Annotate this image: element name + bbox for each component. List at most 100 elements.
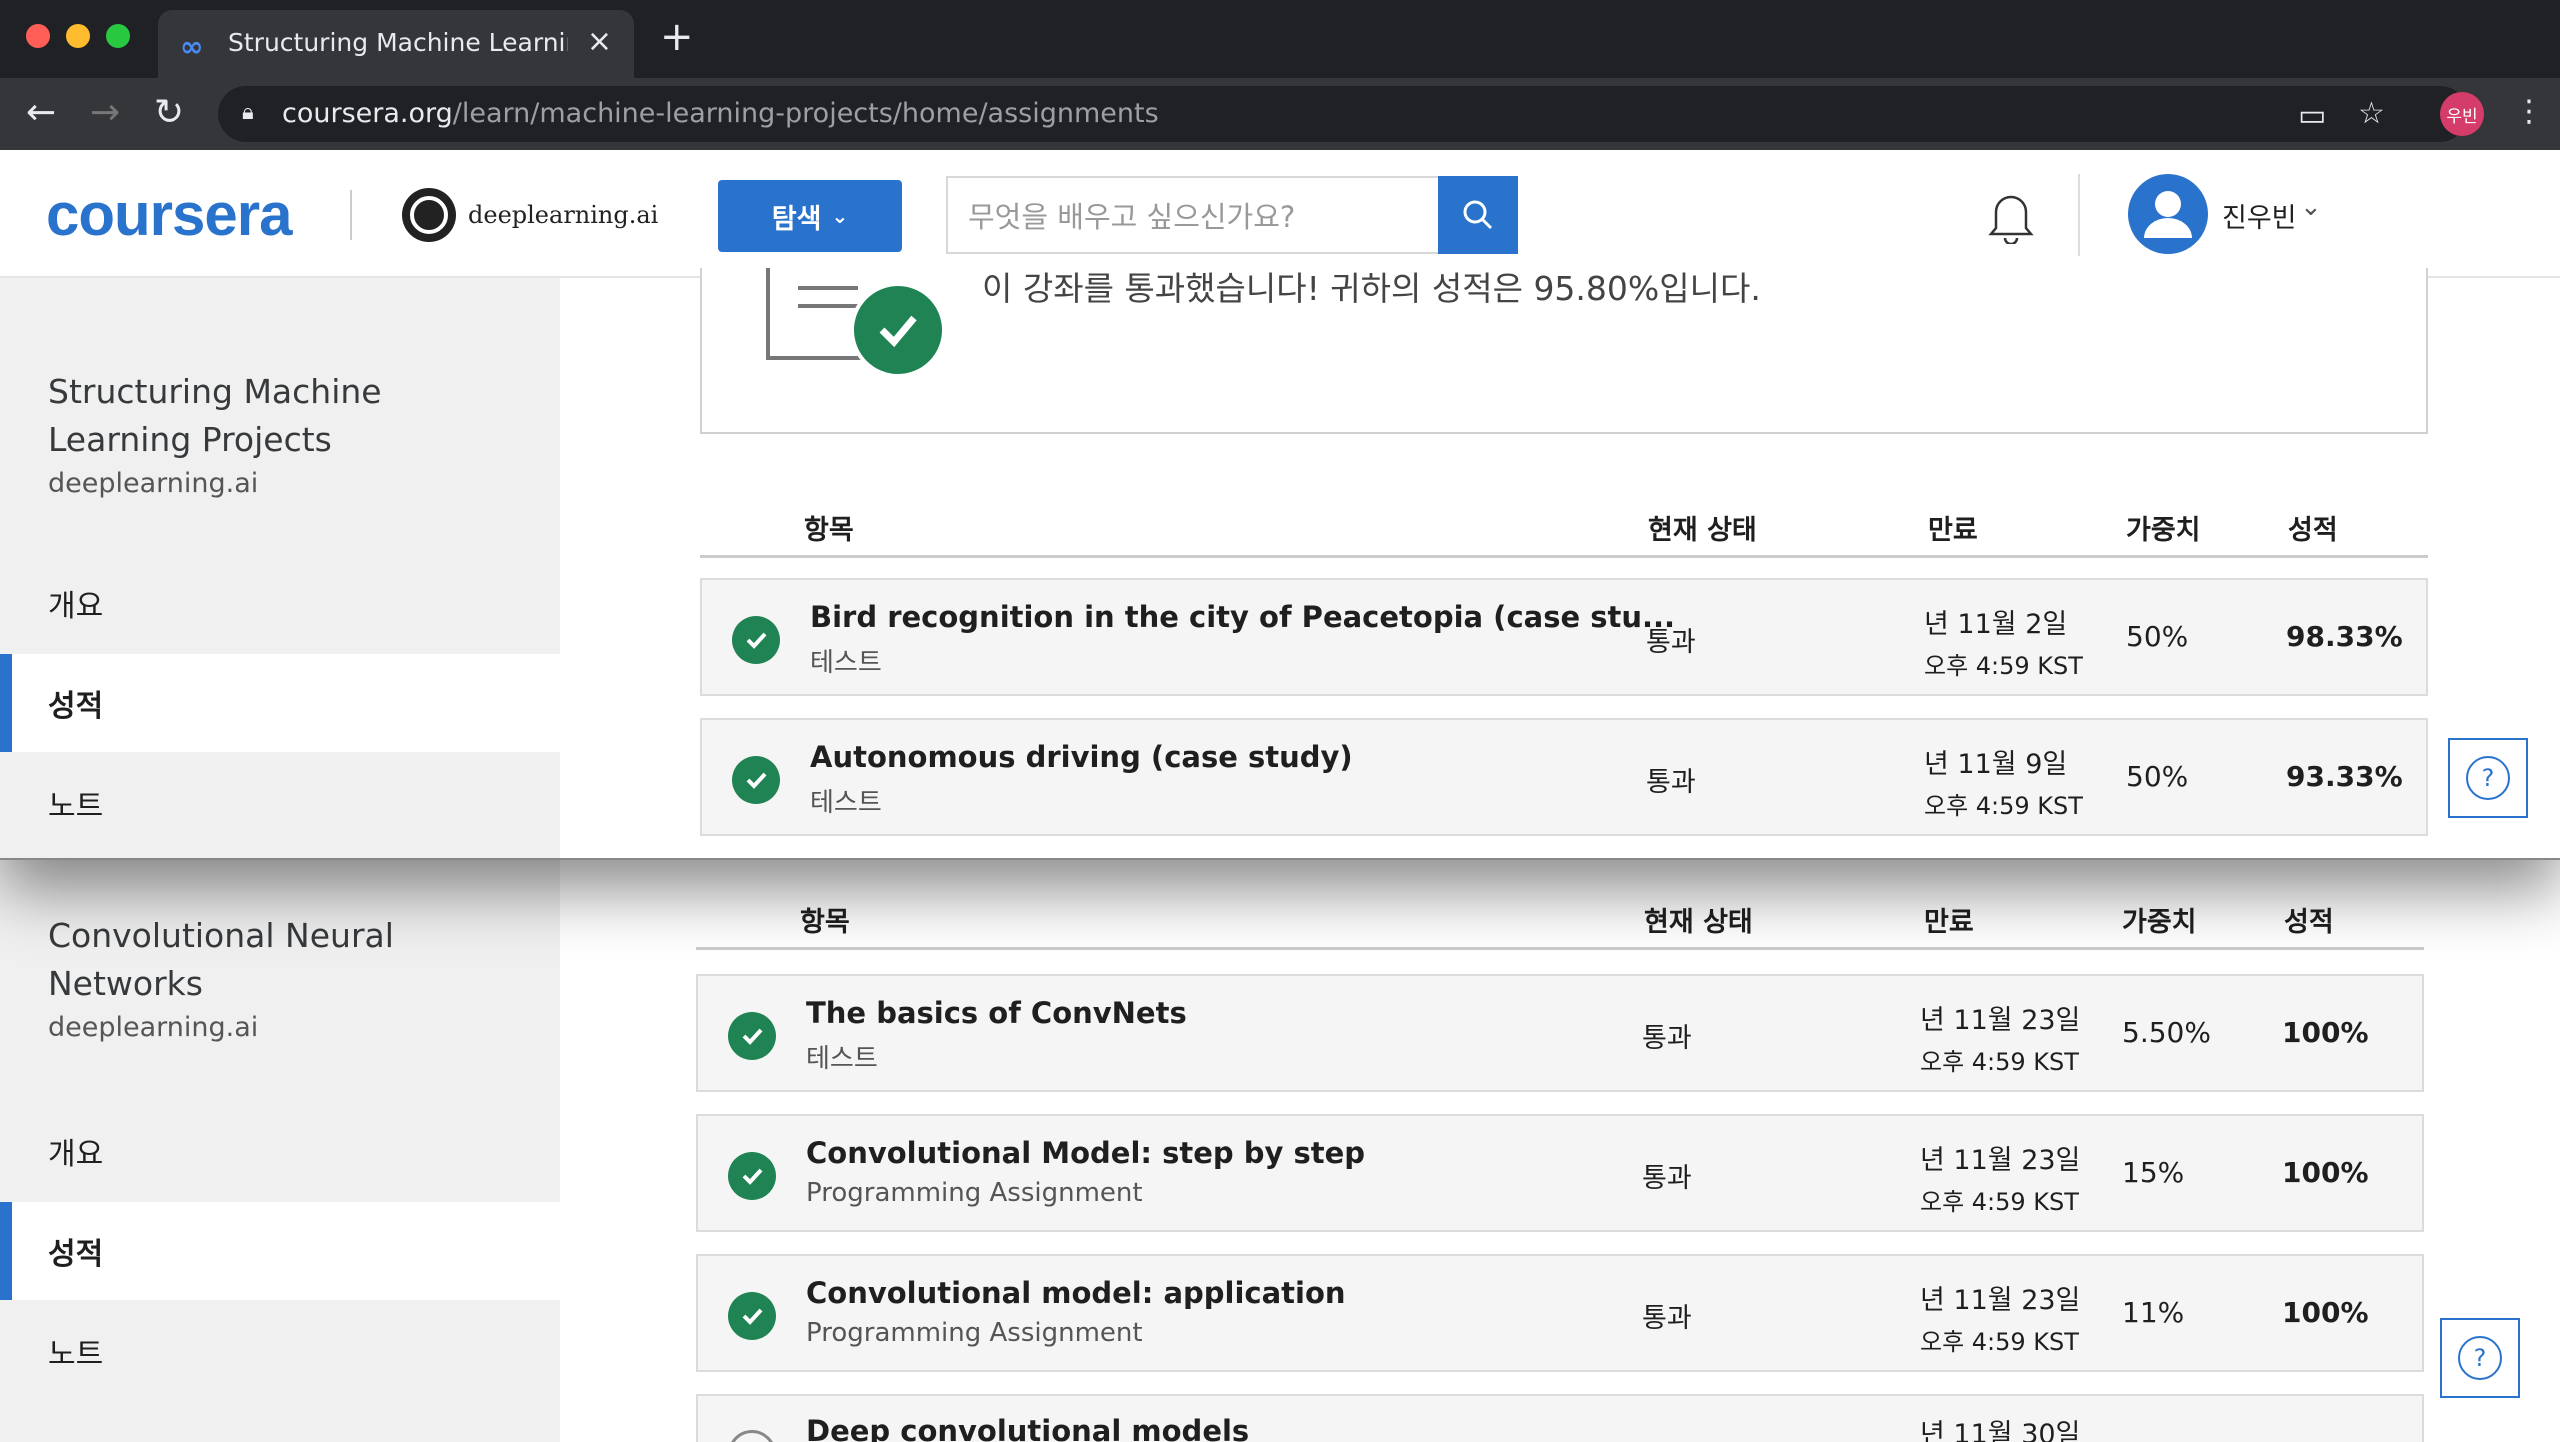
assignment-title[interactable]: Convolutional Model: step by step [806, 1136, 1365, 1170]
course-header: Structuring Machine Learning Projects de… [48, 368, 508, 499]
assignment-type: 테스트 [810, 648, 882, 678]
browser-toolbar: ← → ↻ 🔒︎ coursera.org/learn/machine-lear… [0, 78, 2560, 150]
zoom-window-button[interactable] [106, 24, 130, 48]
reload-icon[interactable]: ↻ [154, 92, 184, 133]
grade-value: 100% [2282, 1016, 2369, 1049]
browser-window: ∞ Structuring Machine Learning P × + ← →… [0, 0, 2560, 860]
col-weight: 가중치 [2122, 907, 2197, 938]
grades-main: 항목 현재 상태 만료 가중치 성적 The basics of ConvNet… [560, 860, 2560, 1442]
url-domain: coursera.org [282, 98, 453, 129]
pass-banner: 이 강좌를 통과했습니다! 귀하의 성적은 95.80%입니다. [700, 268, 2428, 434]
url-path: /learn/machine-learning-projects/home/as… [452, 98, 1159, 129]
sidebar-item-overview[interactable]: 개요 [0, 1102, 560, 1200]
sidebar-item-notes[interactable]: 노트 [0, 1302, 560, 1400]
question-icon: ? [2458, 1336, 2502, 1380]
back-arrow-icon[interactable]: ← [26, 92, 56, 133]
sidebar-item-notes[interactable]: 노트 [0, 754, 560, 852]
help-button[interactable]: ? [2440, 1318, 2520, 1398]
due-date: 년 11월 30일 [1920, 1419, 2081, 1442]
weight-value: 11% [2122, 1296, 2185, 1329]
col-due: 만료 [1928, 515, 1978, 546]
search-button[interactable] [1438, 176, 1518, 254]
col-grade: 성적 [2288, 515, 2338, 546]
due-date: 년 11월 23일 [1920, 1285, 2081, 1316]
browser-profile-avatar[interactable]: 우빈 [2440, 92, 2484, 136]
tab-title: Structuring Machine Learning P [228, 28, 568, 57]
grade-value: 93.33% [2286, 760, 2403, 793]
check-icon [728, 1152, 776, 1200]
weight-value: 5.50% [2122, 1016, 2211, 1049]
new-tab-icon[interactable]: + [660, 14, 694, 60]
close-tab-icon[interactable]: × [587, 24, 612, 59]
lock-icon: 🔒︎ [242, 100, 254, 125]
check-icon [728, 1292, 776, 1340]
col-item: 항목 [804, 515, 854, 546]
notification-bell-icon[interactable] [1986, 190, 2036, 248]
due-time: 오후 4:59 KST [1924, 792, 2083, 820]
chevron-down-icon: ⌄ [831, 204, 849, 228]
star-icon[interactable]: ☆ [2358, 96, 2385, 131]
due-date: 년 11월 23일 [1920, 1005, 2081, 1036]
pending-icon [728, 1430, 776, 1442]
deeplearning-logo-icon [402, 188, 456, 242]
grades-main: 이 강좌를 통과했습니다! 귀하의 성적은 95.80%입니다. 항목 현재 상… [560, 268, 2560, 858]
search-input[interactable]: 무엇을 배우고 싶으신가요? [946, 176, 1440, 254]
table-row[interactable]: Bird recognition in the city of Peacetop… [700, 578, 2428, 696]
weight-value: 50% [2126, 620, 2189, 653]
table-row[interactable]: Convolutional Model: step by step Progra… [696, 1114, 2424, 1232]
assignment-title[interactable]: The basics of ConvNets [806, 996, 1187, 1030]
partner-name: deeplearning.ai [468, 201, 659, 229]
status-text: 통과 [1642, 1303, 1692, 1334]
sidebar-item-grades[interactable]: 성적 [0, 1202, 560, 1300]
course-org: deeplearning.ai [48, 468, 259, 499]
assignment-title[interactable]: Bird recognition in the city of Peacetop… [810, 600, 1675, 634]
grade-value: 100% [2282, 1156, 2369, 1189]
course-title: Structuring Machine Learning Projects [48, 372, 382, 459]
table-row[interactable]: Deep convolutional models 년 11월 30일 [696, 1394, 2424, 1442]
grades-table-header: 항목 현재 상태 만료 가중치 성적 [700, 498, 2428, 558]
forward-arrow-icon[interactable]: → [90, 92, 120, 133]
course-title: Convolutional Neural Networks [48, 916, 394, 1003]
table-row[interactable]: Autonomous driving (case study) 테스트 통과 년… [700, 718, 2428, 836]
assignment-type: 테스트 [810, 788, 882, 818]
grade-value: 98.33% [2286, 620, 2403, 653]
browser-tab[interactable]: ∞ Structuring Machine Learning P × [158, 10, 634, 78]
more-menu-icon[interactable]: ⋮ [2514, 94, 2544, 129]
minimize-window-button[interactable] [66, 24, 90, 48]
col-due: 만료 [1924, 907, 1974, 938]
explore-label: 탐색 [771, 203, 822, 235]
coursera-logo[interactable]: coursera [46, 180, 292, 249]
grade-value: 100% [2282, 1296, 2369, 1329]
col-status: 현재 상태 [1648, 515, 1757, 546]
weight-value: 50% [2126, 760, 2189, 793]
table-row[interactable]: Convolutional model: application Program… [696, 1254, 2424, 1372]
course-sidebar: Structuring Machine Learning Projects de… [0, 278, 560, 858]
assignment-title[interactable]: Autonomous driving (case study) [810, 740, 1353, 774]
check-icon [728, 1012, 776, 1060]
table-row[interactable]: The basics of ConvNets 테스트 통과 년 11월 23일 … [696, 974, 2424, 1092]
course-org: deeplearning.ai [48, 1012, 259, 1043]
sidebar-item-overview[interactable]: 개요 [0, 554, 560, 652]
partner-logo[interactable]: deeplearning.ai [402, 188, 658, 242]
course-sidebar: Convolutional Neural Networks deeplearni… [0, 860, 560, 1442]
help-button[interactable]: ? [2448, 738, 2528, 818]
col-grade: 성적 [2284, 907, 2334, 938]
explore-button[interactable]: 탐색 ⌄ [718, 180, 902, 252]
question-icon: ? [2466, 756, 2510, 800]
user-avatar[interactable] [2128, 174, 2208, 254]
url-text[interactable]: coursera.org/learn/machine-learning-proj… [282, 98, 1159, 129]
check-icon [850, 282, 946, 378]
user-icon [2144, 191, 2192, 238]
close-window-button[interactable] [26, 24, 50, 48]
cast-icon[interactable]: ▭ [2298, 98, 2326, 133]
address-bar[interactable]: 🔒︎ coursera.org/learn/machine-learning-p… [218, 86, 2468, 142]
user-menu-chevron-icon[interactable]: ⌄ [2300, 192, 2322, 222]
status-text: 통과 [1646, 767, 1696, 798]
user-name[interactable]: 진우빈 [2222, 196, 2297, 235]
assignment-title[interactable]: Convolutional model: application [806, 1276, 1346, 1310]
assignment-title[interactable]: Deep convolutional models [806, 1414, 1249, 1442]
status-text: 통과 [1646, 627, 1696, 658]
col-item: 항목 [800, 907, 850, 938]
sidebar-item-grades[interactable]: 성적 [0, 654, 560, 752]
tab-strip: ∞ Structuring Machine Learning P × + [0, 0, 2560, 78]
